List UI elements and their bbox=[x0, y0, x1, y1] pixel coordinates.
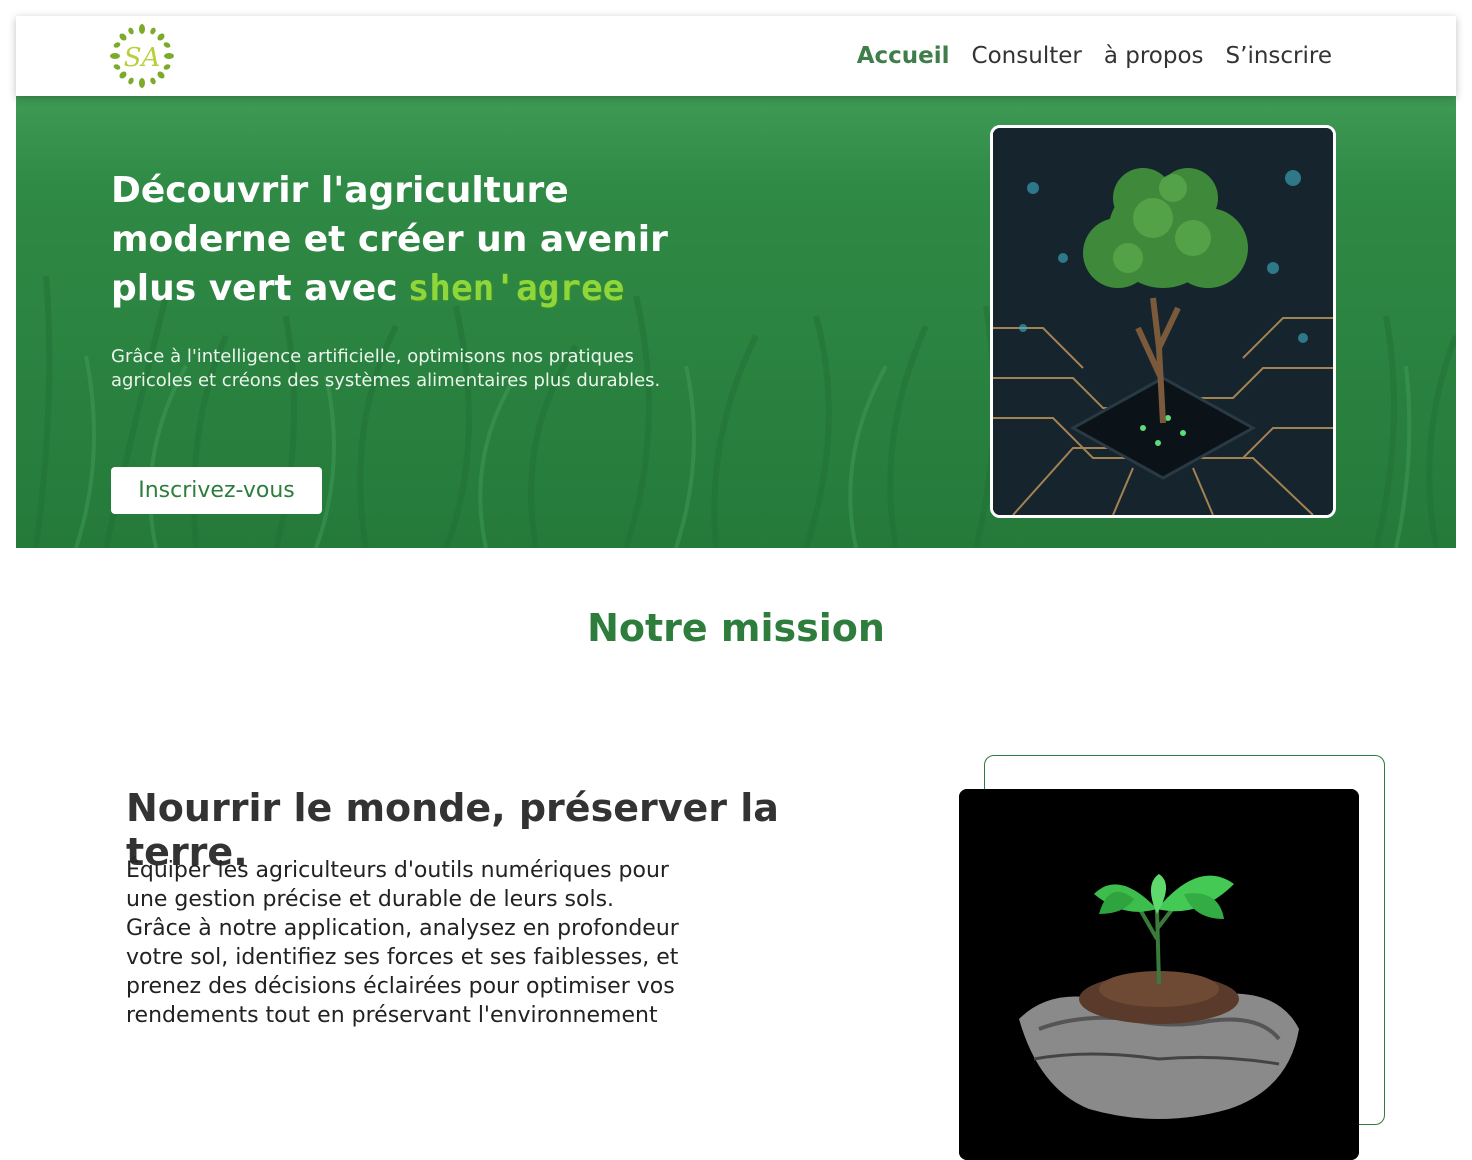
mission-text: Équiper les agriculteurs d'outils numéri… bbox=[126, 858, 679, 1028]
logo[interactable]: SA bbox=[110, 24, 174, 88]
nav-accueil[interactable]: Accueil bbox=[857, 43, 950, 69]
signup-button[interactable]: Inscrivez-vous bbox=[111, 467, 322, 514]
hero-subtitle: Grâce à l'intelligence artificielle, opt… bbox=[111, 346, 661, 391]
hero-image bbox=[990, 125, 1336, 518]
tree-circuit-illustration bbox=[993, 128, 1333, 515]
mission-image bbox=[959, 789, 1359, 1160]
brand-name: shen'agree bbox=[407, 268, 625, 309]
nav-consulter[interactable]: Consulter bbox=[972, 43, 1082, 69]
main-nav: Accueil Consulter à propos S’inscrire bbox=[857, 16, 1332, 96]
hands-seedling-illustration bbox=[959, 789, 1359, 1160]
nav-sinscrire[interactable]: S’inscrire bbox=[1226, 43, 1332, 69]
logo-wreath-icon: SA bbox=[110, 24, 174, 88]
hero-section: Découvrir l'agriculture moderne et créer… bbox=[16, 96, 1456, 548]
svg-text:SA: SA bbox=[124, 43, 161, 73]
nav-a-propos[interactable]: à propos bbox=[1104, 43, 1204, 69]
hero-title: Découvrir l'agriculture moderne et créer… bbox=[111, 166, 731, 313]
site-header: SA Accueil Consulter à propos S’inscrire bbox=[16, 16, 1456, 96]
mission-section-title: Notre mission bbox=[587, 606, 885, 650]
